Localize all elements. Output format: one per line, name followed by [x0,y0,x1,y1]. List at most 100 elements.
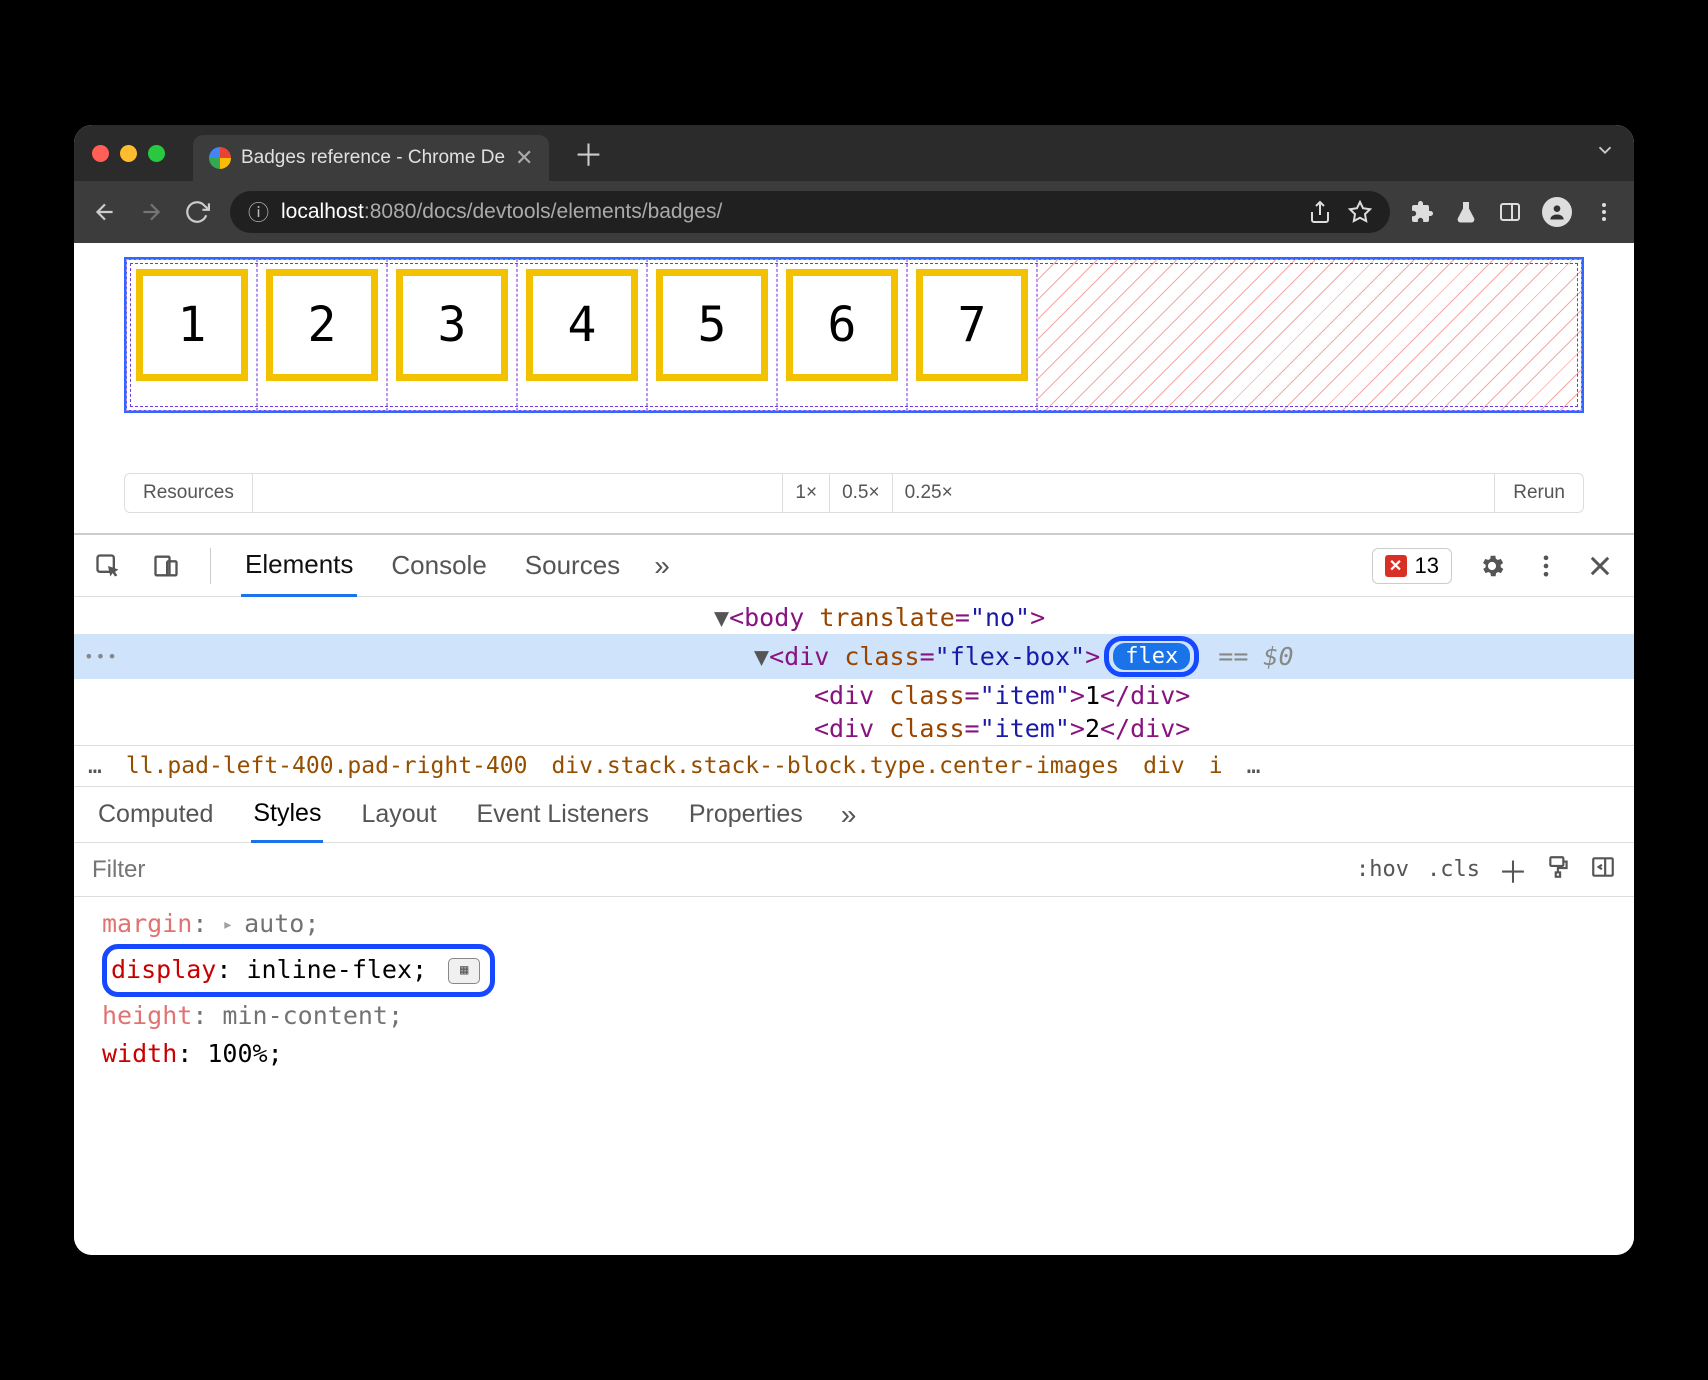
hov-button[interactable]: :hov [1356,857,1409,882]
kebab-menu-icon[interactable] [1592,200,1616,224]
labs-icon[interactable] [1454,200,1478,224]
toolbar: ⓘ localhost:8080/docs/devtools/elements/… [74,181,1634,243]
kebab-menu-icon[interactable] [1532,552,1560,580]
inspect-icon[interactable] [94,552,122,580]
rendered-page: 1 2 3 4 5 6 7 Resources 1× 0.5× 0.25× Re… [74,243,1634,513]
flex-badge[interactable]: flex [1113,643,1190,670]
flex-item[interactable]: 6 [786,269,898,381]
flex-item[interactable]: 4 [526,269,638,381]
tab-title: Badges reference - Chrome De [241,147,505,169]
paint-icon[interactable] [1546,854,1572,886]
flex-item[interactable]: 2 [266,269,378,381]
close-window-button[interactable] [92,145,109,162]
dom-row-selected[interactable]: ▼<div class="flex-box">flex == $0 [74,634,1634,679]
flex-slot: 5 [647,260,777,410]
caret-down-icon[interactable]: ▼ [714,603,729,632]
url-path: :8080/docs/devtools/elements/badges/ [364,200,722,223]
more-sub-tabs-button[interactable]: » [841,799,857,831]
url-bar[interactable]: ⓘ localhost:8080/docs/devtools/elements/… [230,191,1390,233]
more-tabs-button[interactable]: » [654,550,670,582]
flex-slot: 7 [907,260,1037,410]
toggle-sidebar-icon[interactable] [1590,854,1616,886]
flex-item[interactable]: 7 [916,269,1028,381]
settings-icon[interactable] [1478,552,1506,580]
caret-down-icon[interactable]: ▼ [754,642,769,671]
new-style-rule-button[interactable]: ＋ [1498,848,1528,892]
flex-editor-icon[interactable]: ▦ [448,958,480,984]
dom-row[interactable]: <div class="item">2</div> [74,712,1634,745]
dom-tree[interactable]: ▼<body translate="no"> ▼<div class="flex… [74,597,1634,745]
maximize-window-button[interactable] [148,145,165,162]
url-host: localhost [281,200,364,223]
flex-badge-highlight: flex [1104,636,1199,677]
reload-button[interactable] [184,199,210,225]
resources-bar: Resources 1× 0.5× 0.25× Rerun [124,473,1584,513]
css-declaration[interactable]: margin: ▸ auto; [102,905,1606,944]
tab-sources[interactable]: Sources [521,536,624,595]
back-button[interactable] [92,199,118,225]
styles-sub-tabs: Computed Styles Layout Event Listeners P… [74,787,1634,843]
profile-avatar[interactable] [1542,197,1572,227]
styles-filter-bar: :hov .cls ＋ [74,843,1634,897]
device-toolbar-icon[interactable] [152,552,180,580]
tab-console[interactable]: Console [387,536,490,595]
content-area: 1 2 3 4 5 6 7 Resources 1× 0.5× 0.25× Re… [74,243,1634,1255]
tab-properties[interactable]: Properties [687,788,805,841]
flex-item[interactable]: 1 [136,269,248,381]
zoom-05x[interactable]: 0.5× [829,474,892,512]
tab-elements[interactable]: Elements [241,535,357,597]
close-tab-button[interactable]: ✕ [515,145,533,171]
css-declaration[interactable]: width: 100%; [102,1035,1606,1074]
dom-row[interactable]: <div class="item">1</div> [74,679,1634,712]
zoom-025x[interactable]: 0.25× [892,474,965,512]
chrome-icon [209,147,231,169]
dom-row[interactable]: ▼<body translate="no"> [74,601,1634,634]
flex-slot: 4 [517,260,647,410]
errors-badge[interactable]: ✕ 13 [1372,548,1452,584]
flex-slot: 2 [257,260,387,410]
breadcrumb[interactable]: … ll.pad-left-400.pad-right-400 div.stac… [74,745,1634,787]
tab-computed[interactable]: Computed [96,788,215,841]
crumb-ellipsis[interactable]: … [88,753,102,779]
zoom-1x[interactable]: 1× [782,474,829,512]
browser-tab[interactable]: Badges reference - Chrome De ✕ [193,135,549,181]
new-tab-button[interactable]: ＋ [573,131,603,175]
share-icon[interactable] [1308,200,1332,224]
crumb[interactable]: div.stack.stack--block.type.center-image… [551,753,1119,779]
css-declaration-highlighted[interactable]: display: inline-flex; ▦ [102,944,1606,997]
cls-button[interactable]: .cls [1427,857,1480,882]
titlebar: Badges reference - Chrome De ✕ ＋ [74,125,1634,181]
flex-slot: 1 [127,260,257,410]
css-declaration[interactable]: height: min-content; [102,997,1606,1036]
site-info-icon[interactable]: ⓘ [248,197,269,227]
minimize-window-button[interactable] [120,145,137,162]
tab-event-listeners[interactable]: Event Listeners [475,788,651,841]
crumb[interactable]: div [1143,753,1185,779]
flex-item[interactable]: 5 [656,269,768,381]
close-devtools-button[interactable] [1586,552,1614,580]
rerun-button[interactable]: Rerun [1494,474,1583,512]
flex-free-space [1037,260,1581,410]
crumb[interactable]: i [1209,753,1223,779]
bookmark-icon[interactable] [1348,200,1372,224]
dollar-zero: == $0 [1203,642,1293,671]
browser-window: Badges reference - Chrome De ✕ ＋ ⓘ local… [74,125,1634,1255]
styles-body[interactable]: margin: ▸ auto; display: inline-flex; ▦ … [74,897,1634,1082]
styles-filter-input[interactable] [92,843,1356,896]
flex-item[interactable]: 3 [396,269,508,381]
tab-styles[interactable]: Styles [251,787,323,843]
forward-button[interactable] [138,199,164,225]
crumb[interactable]: ll.pad-left-400.pad-right-400 [126,753,528,779]
extensions-icon[interactable] [1410,200,1434,224]
crumb-ellipsis[interactable]: … [1247,753,1261,779]
resources-button[interactable]: Resources [125,474,253,512]
flex-slot: 3 [387,260,517,410]
error-icon: ✕ [1385,555,1407,577]
flex-slot: 6 [777,260,907,410]
flex-container-overlay[interactable]: 1 2 3 4 5 6 7 [124,257,1584,413]
window-menu-button[interactable] [1594,139,1616,167]
errors-count: 13 [1415,553,1439,579]
tab-layout[interactable]: Layout [359,788,438,841]
traffic-lights [92,145,165,162]
side-panel-icon[interactable] [1498,200,1522,224]
